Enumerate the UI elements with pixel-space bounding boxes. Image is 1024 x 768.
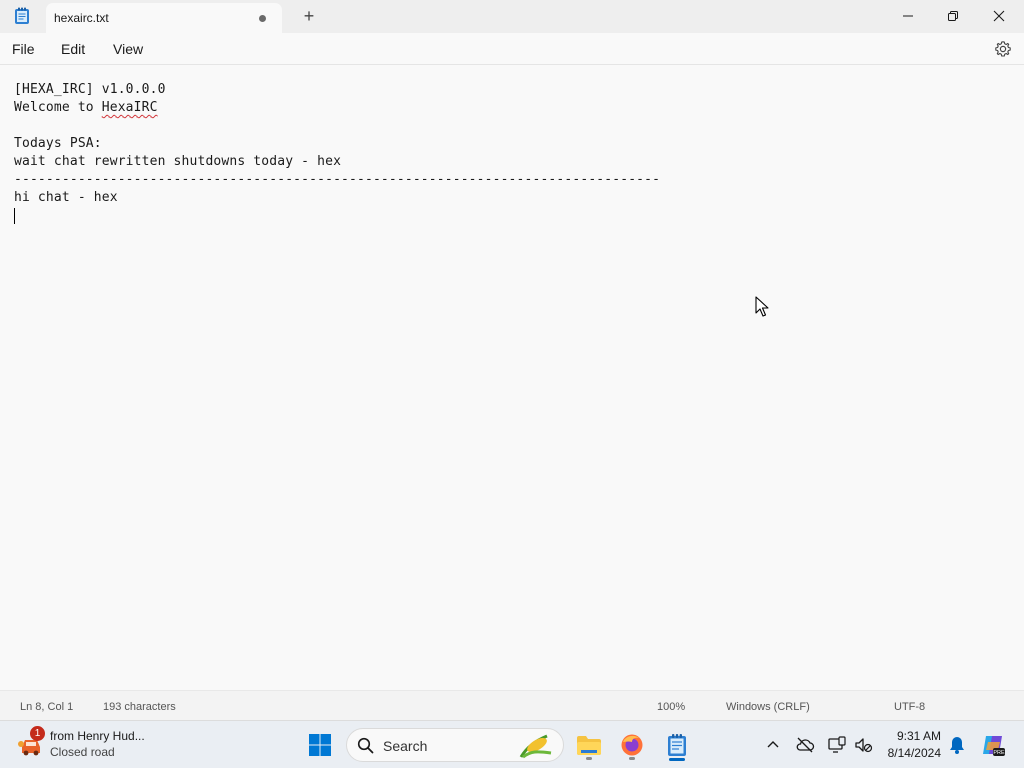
firefox-icon — [621, 734, 643, 756]
tab-hexairc[interactable]: hexairc.txt — [46, 3, 282, 33]
status-zoom[interactable]: 100% — [657, 701, 685, 713]
news-subtitle: Closed road — [50, 745, 115, 759]
close-button[interactable] — [976, 0, 1022, 32]
status-position: Ln 8, Col 1 — [20, 701, 74, 713]
editor-line-7: hi chat - hex — [14, 190, 118, 205]
tab-title: hexairc.txt — [54, 11, 109, 25]
copilot-button[interactable]: PRE — [975, 727, 1011, 763]
folder-icon — [577, 736, 601, 755]
show-hidden-icons-chevron-up-icon[interactable] — [763, 735, 783, 755]
menu-bar: File Edit View — [0, 33, 1024, 65]
new-tab-button[interactable]: + — [300, 6, 318, 26]
status-line-ending[interactable]: Windows (CRLF) — [726, 701, 810, 713]
minimize-icon — [903, 15, 913, 17]
status-encoding[interactable]: UTF-8 — [894, 701, 925, 713]
taskbar: 1 from Henry Hud... Closed road Search 9… — [0, 720, 1024, 768]
notepad-taskbar-button[interactable] — [659, 727, 695, 763]
text-caret — [14, 208, 15, 224]
editor-line-5: wait chat rewritten shutdowns today - he… — [14, 154, 342, 169]
notification-bell-icon[interactable] — [947, 735, 967, 755]
editor-line-2: Welcome to HexaIRC — [14, 100, 158, 115]
search-highlight-corn-icon — [519, 734, 552, 759]
active-indicator — [669, 758, 685, 761]
volume-muted-icon[interactable] — [853, 735, 873, 755]
file-explorer-taskbar-button[interactable] — [571, 727, 607, 763]
text-editor[interactable]: [HEXA_IRC] v1.0.0.0 Welcome to HexaIRC T… — [0, 66, 1024, 690]
status-bar: Ln 8, Col 1 193 characters 100% Windows … — [0, 690, 1024, 720]
status-characters: 193 characters — [103, 701, 176, 713]
start-button[interactable] — [302, 727, 338, 763]
taskbar-search[interactable]: Search — [346, 728, 564, 762]
restore-icon — [948, 11, 958, 21]
news-title: from Henry Hud... — [50, 729, 145, 743]
running-indicator — [586, 757, 592, 760]
editor-line-4: Todays PSA: — [14, 136, 102, 151]
notification-badge: 1 — [30, 726, 45, 741]
settings-gear-icon[interactable] — [994, 40, 1012, 58]
copilot-pre-label: PRE — [993, 750, 1005, 756]
unsaved-indicator-icon[interactable] — [259, 15, 266, 22]
search-icon — [357, 737, 374, 754]
notepad-icon — [15, 7, 29, 24]
menu-view[interactable]: View — [113, 41, 143, 57]
menu-file[interactable]: File — [12, 41, 35, 57]
network-display-icon[interactable] — [827, 735, 847, 755]
menu-edit[interactable]: Edit — [61, 41, 85, 57]
running-indicator — [629, 757, 635, 760]
news-widget[interactable]: 1 from Henry Hud... Closed road — [14, 726, 164, 763]
close-icon — [993, 10, 1005, 22]
notepad-icon — [668, 734, 686, 756]
spellcheck-word[interactable]: HexaIRC — [102, 100, 158, 115]
clock-time[interactable]: 9:31 AM — [880, 729, 941, 743]
firefox-taskbar-button[interactable] — [614, 727, 650, 763]
windows-logo-icon — [309, 734, 331, 756]
minimize-button[interactable] — [885, 0, 931, 32]
editor-line-1: [HEXA_IRC] v1.0.0.0 — [14, 82, 166, 97]
restore-button[interactable] — [930, 0, 976, 32]
title-bar: hexairc.txt + — [0, 0, 1024, 33]
onedrive-offline-cloud-icon[interactable] — [795, 735, 815, 755]
notepad-window: hexairc.txt + File Edit View [HEXA_IRC] … — [0, 0, 1024, 720]
search-label: Search — [383, 738, 428, 754]
editor-line-6: ----------------------------------------… — [14, 172, 661, 187]
editor-line-2-text: Welcome to — [14, 100, 102, 115]
copilot-icon: PRE — [983, 736, 1005, 756]
mouse-pointer-icon — [755, 296, 769, 317]
clock-date[interactable]: 8/14/2024 — [880, 746, 941, 760]
